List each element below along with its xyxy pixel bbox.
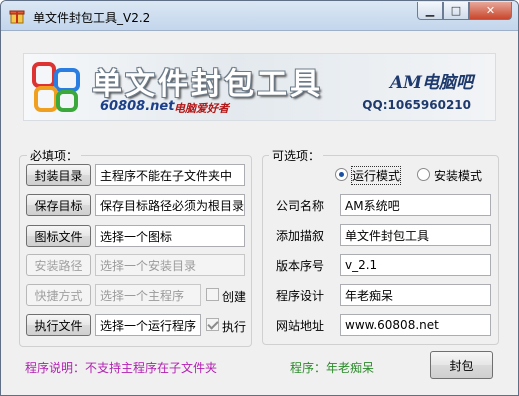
banner-title: 单文件封包工具 xyxy=(92,67,323,102)
company-name-label: 公司名称 xyxy=(276,199,325,213)
maximize-button[interactable]: □ xyxy=(443,2,469,20)
program-note: 程序说明：不支持主程序在子文件夹 xyxy=(25,361,218,375)
icon-file-field[interactable]: 选择一个图标 xyxy=(95,225,245,247)
window-title: 单文件封包工具_V2.2 xyxy=(33,11,151,25)
save-target-field[interactable]: 保存目标路径必须为根目录 xyxy=(95,194,245,216)
optional-group-label: 可选项： xyxy=(269,147,324,164)
shortcut-button[interactable]: 快捷方式 xyxy=(26,284,91,306)
designer-field[interactable]: 年老痴呆 xyxy=(340,284,491,306)
exec-file-button[interactable]: 执行文件 xyxy=(26,314,91,336)
install-path-button[interactable]: 安装路径 xyxy=(26,254,91,276)
banner-qq: QQ:1065960210 xyxy=(362,98,471,112)
exec-file-field[interactable]: 选择一个运行程序 xyxy=(95,314,201,336)
website-label: 网站地址 xyxy=(276,319,325,333)
save-target-button[interactable]: 保存目标 xyxy=(26,194,91,216)
pack-button[interactable]: 封包 xyxy=(430,351,493,379)
icon-file-button[interactable]: 图标文件 xyxy=(26,225,91,247)
logo-icon xyxy=(32,62,80,112)
required-group-label: 必填项： xyxy=(27,147,82,164)
minimize-button[interactable]: ▁ xyxy=(417,2,443,20)
exec-checkbox-label: 执行 xyxy=(222,320,247,334)
version-label: 版本序号 xyxy=(276,259,325,273)
banner-slogan: 电脑爱好者 xyxy=(174,102,229,115)
run-mode-radio[interactable] xyxy=(335,168,348,181)
banner-brand: AM电脑吧 xyxy=(389,73,473,93)
website-field[interactable]: www.60808.net xyxy=(340,314,491,336)
banner-site: 60808.net xyxy=(100,99,175,114)
package-dir-field[interactable]: 主程序不能在子文件夹中 xyxy=(95,164,245,186)
install-mode-radio[interactable] xyxy=(417,168,430,181)
exec-checkbox[interactable] xyxy=(206,318,219,331)
install-path-field[interactable]: 选择一个安装目录 xyxy=(95,254,245,276)
create-shortcut-checkbox[interactable] xyxy=(206,288,219,301)
close-button[interactable]: ✕ xyxy=(469,2,512,20)
app-window: 单文件封包工具_V2.2 ▁ □ ✕ 单文件封包工具 60808.net 电脑爱… xyxy=(0,0,519,396)
package-dir-button[interactable]: 封装目录 xyxy=(26,164,91,186)
description-field[interactable]: 单文件封包工具 xyxy=(340,224,491,246)
create-shortcut-label: 创建 xyxy=(222,290,247,304)
install-mode-label: 安装模式 xyxy=(434,169,483,183)
window-controls: ▁ □ ✕ xyxy=(417,2,512,20)
title-bar[interactable]: 单文件封包工具_V2.2 ▁ □ ✕ xyxy=(1,1,518,31)
company-name-field[interactable]: AM系统吧 xyxy=(340,194,491,216)
package-icon xyxy=(9,10,25,24)
banner: 单文件封包工具 60808.net 电脑爱好者 AM电脑吧 QQ:1065960… xyxy=(23,53,496,121)
version-field[interactable]: v_2.1 xyxy=(340,254,491,276)
designer-label: 程序设计 xyxy=(276,289,325,303)
description-label: 添加描叙 xyxy=(276,229,325,243)
author-note: 程序：年老痴呆 xyxy=(290,361,375,375)
shortcut-field[interactable]: 选择一个主程序 xyxy=(95,284,201,306)
run-mode-label: 运行模式 xyxy=(350,166,402,185)
